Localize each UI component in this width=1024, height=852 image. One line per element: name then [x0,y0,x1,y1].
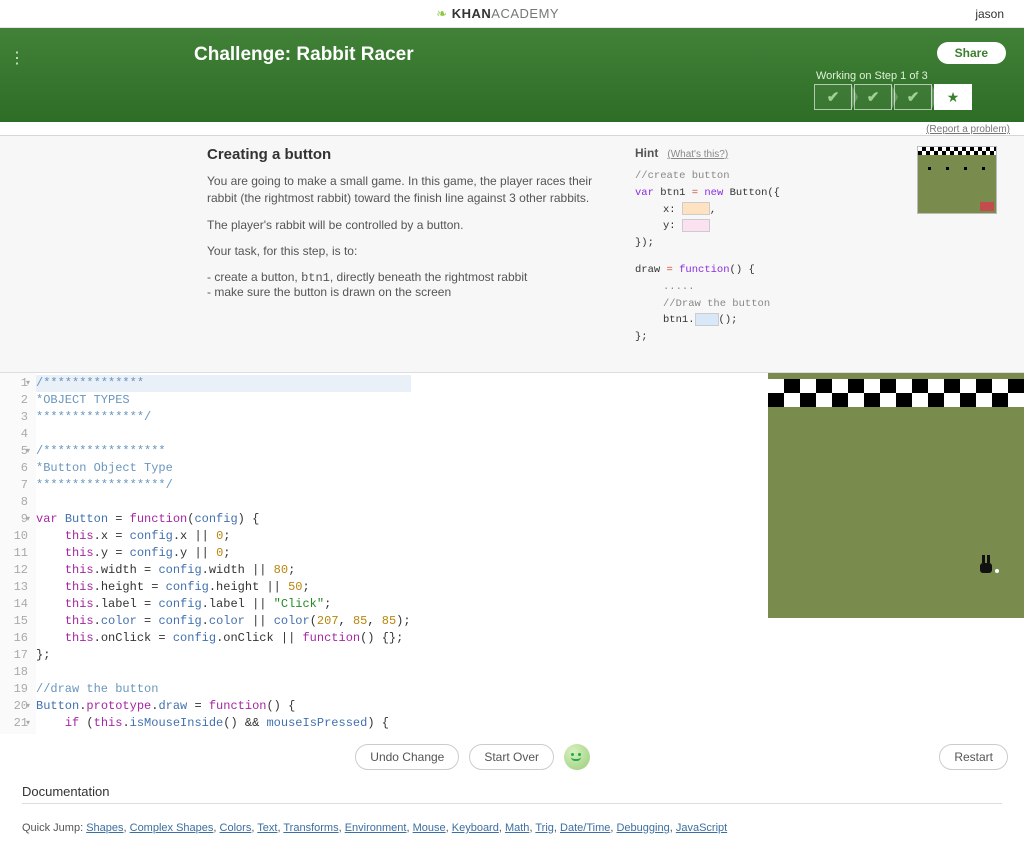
logo-bold: KHAN [452,6,492,21]
rabbit-icon [982,167,985,170]
hint-blank-x [682,202,710,215]
qj-link-mouse[interactable]: Mouse [413,822,446,834]
quick-jump: Quick Jump: Shapes, Complex Shapes, Colo… [22,822,1002,834]
finish-line-icon [768,379,1024,407]
preview-button-icon [980,202,994,211]
rabbit-icon [946,167,949,170]
rabbit-icon [928,167,931,170]
instruction-p3: Your task, for this step, is to: [207,243,613,260]
kebab-menu-icon[interactable]: ⋮ [0,42,34,68]
step-1[interactable]: ✔ [814,84,852,110]
rabbit-icon [964,167,967,170]
qj-link-math[interactable]: Math [505,822,529,834]
qj-link-text[interactable]: Text [257,822,277,834]
rabbit-tail-icon [995,569,999,573]
share-button[interactable]: Share [937,42,1006,64]
qj-link-keyboard[interactable]: Keyboard [452,822,499,834]
challenge-header: ⋮ Challenge: Rabbit Racer Share Working … [0,28,1024,122]
report-problem-link[interactable]: (Report a problem) [926,124,1010,135]
step-3[interactable]: ✔ [894,84,932,110]
line-gutter: 123456789101112131415161718192021 [0,373,36,734]
qj-link-javascript[interactable]: JavaScript [676,822,727,834]
top-bar: ❧ KHANACADEMY jason [0,0,1024,28]
hint-whats-link[interactable]: (What's this?) [667,149,728,160]
workspace: 123456789101112131415161718192021 /*****… [0,372,1024,734]
hint-blank-method [695,313,719,326]
hint-code: //create button var btn1 = new Button({ … [635,168,895,346]
hint-title: Hint [635,146,658,160]
instruction-p1: You are going to make a small game. In t… [207,173,613,207]
check-icon: ✔ [827,88,840,106]
leaf-icon: ❧ [436,6,447,21]
oh-noes-buddy-icon[interactable] [564,744,590,770]
check-icon: ✔ [867,88,880,106]
qj-link-colors[interactable]: Colors [220,822,252,834]
documentation-section: Documentation Quick Jump: Shapes, Comple… [0,780,1024,852]
code-editor[interactable]: 123456789101112131415161718192021 /*****… [0,373,768,734]
code-body[interactable]: /***************OBJECT TYPES************… [36,373,411,734]
instruction-p2: The player's rabbit will be controlled b… [207,217,613,234]
hint-panel: Hint (What's this?) //create button var … [635,146,895,346]
qj-link-environment[interactable]: Environment [345,822,407,834]
undo-button[interactable]: Undo Change [355,744,459,770]
step-label: Working on Step 1 of 3 [816,70,928,82]
restart-button[interactable]: Restart [939,744,1008,770]
challenge-title: Challenge: Rabbit Racer [194,42,814,80]
step-final[interactable]: ★ [934,84,972,110]
instruction-panel: Creating a button You are going to make … [0,135,1024,372]
check-icon: ✔ [907,88,920,106]
hint-blank-y [682,219,710,232]
qj-link-shapes[interactable]: Shapes [86,822,123,834]
qj-label: Quick Jump: [22,822,86,834]
rabbit-icon [980,555,994,573]
instr-li2: make sure the button is drawn on the scr… [207,285,613,299]
qj-link-trig[interactable]: Trig [535,822,554,834]
qj-link-date/time[interactable]: Date/Time [560,822,610,834]
preview-column [917,146,997,346]
preview-thumbnail [917,146,997,214]
output-column [768,373,1024,734]
output-canvas[interactable] [768,373,1024,618]
step-progress: ✔ ✔ ✔ ★ [814,84,972,110]
qj-link-debugging[interactable]: Debugging [616,822,669,834]
instruction-heading: Creating a button [207,146,613,163]
logo[interactable]: ❧ KHANACADEMY [20,6,975,22]
logo-light: ACADEMY [491,6,559,21]
instructions: Creating a button You are going to make … [207,146,613,346]
docs-heading: Documentation [22,784,1002,804]
report-problem-row: (Report a problem) [0,122,1024,135]
start-over-button[interactable]: Start Over [469,744,554,770]
qj-link-complex-shapes[interactable]: Complex Shapes [130,822,214,834]
star-icon: ★ [947,89,960,106]
qj-link-transforms[interactable]: Transforms [283,822,338,834]
finish-line-icon [918,147,996,155]
step-2[interactable]: ✔ [854,84,892,110]
instr-li1: create a button, btn1, directly beneath … [207,270,613,285]
user-menu[interactable]: jason [975,7,1004,21]
action-bar: Undo Change Start Over Restart [0,734,1024,780]
